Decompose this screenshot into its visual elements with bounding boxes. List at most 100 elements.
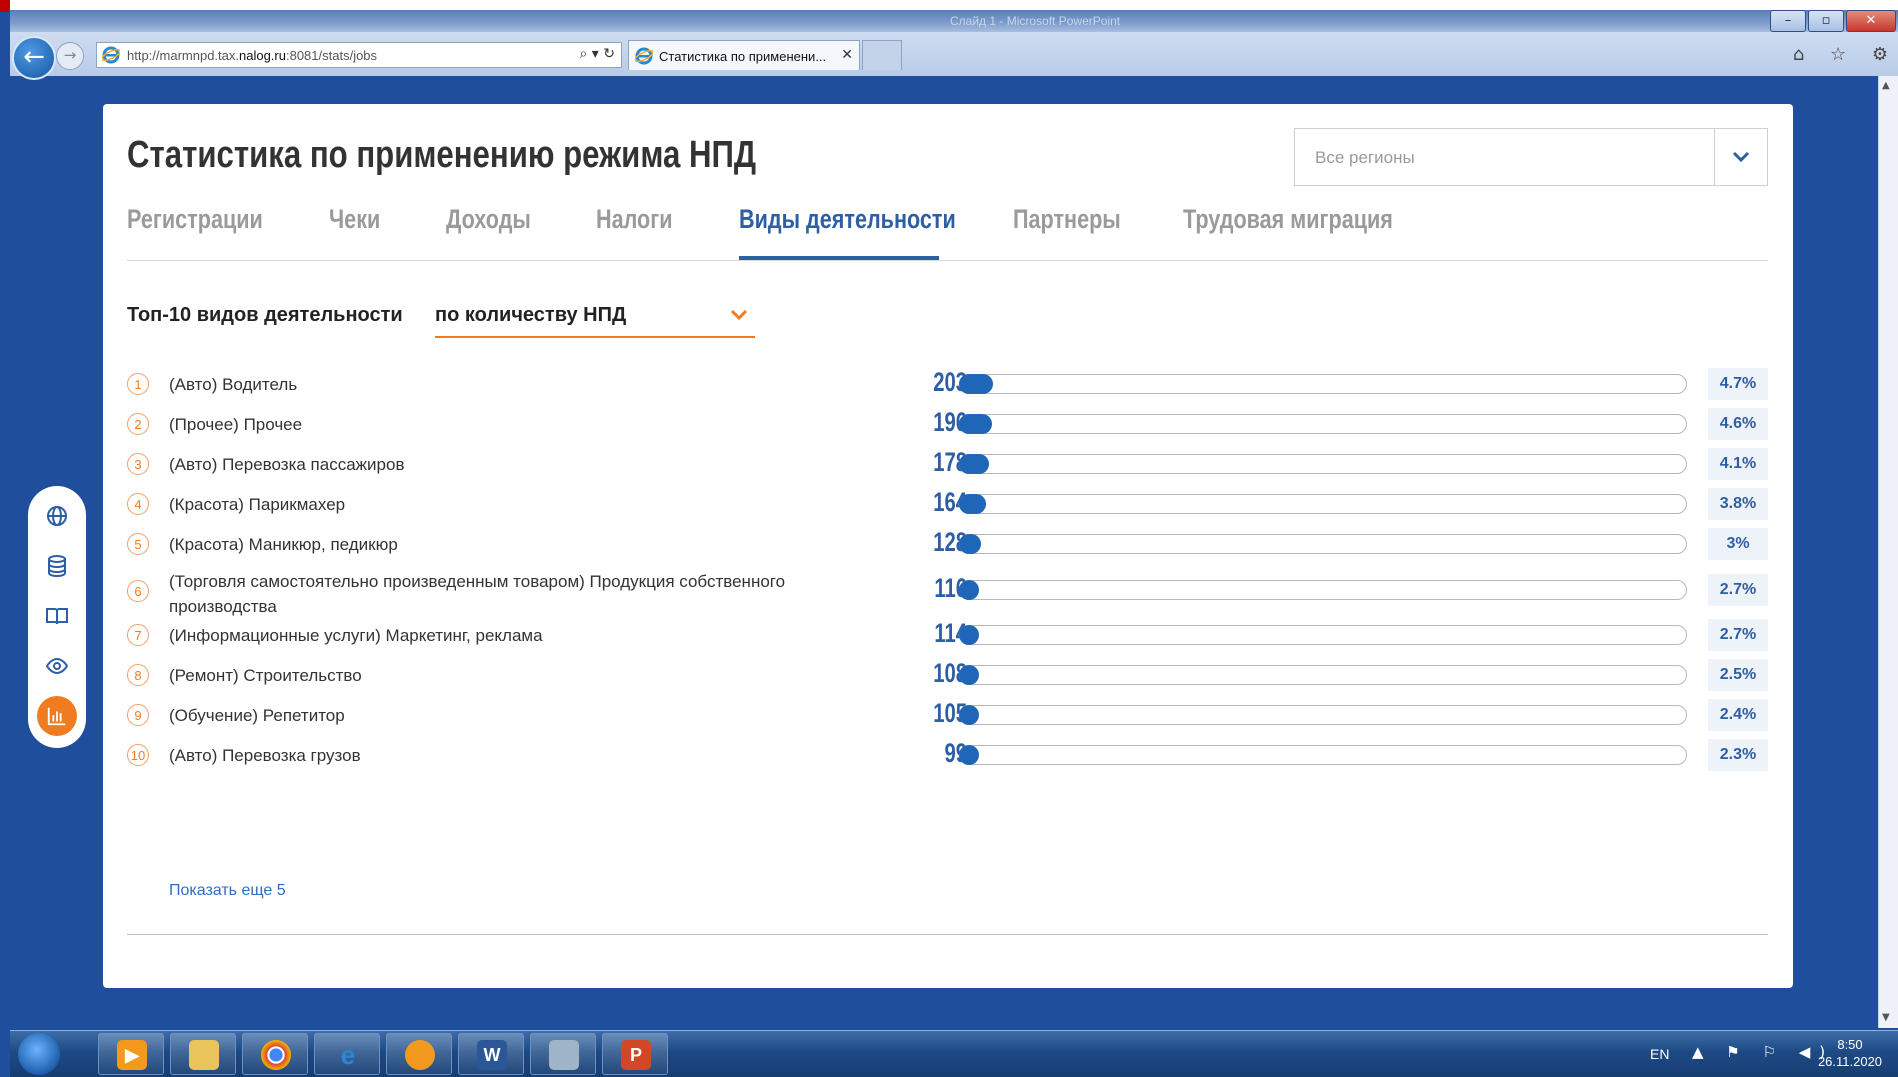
taskbar-file-explorer[interactable] [170, 1033, 236, 1075]
teacher-app-icon [549, 1040, 579, 1070]
language-indicator[interactable]: EN [1650, 1046, 1669, 1062]
internet-explorer-icon: e [340, 1040, 356, 1070]
scroll-down-icon[interactable]: ▼ [1882, 1012, 1890, 1023]
taskbar-app[interactable] [386, 1033, 452, 1075]
show-more-link[interactable]: Показать еще 5 [169, 882, 286, 900]
activity-label: (Информационные услуги) Маркетинг, рекла… [169, 626, 543, 645]
activity-count: 105 [933, 698, 967, 728]
internet-explorer-icon [635, 47, 653, 65]
bar-track [959, 494, 1687, 514]
windows-taskbar: ▶ e W P EN ▲ ⚑ ⚐ ◀) 8:50 26.11.2020 [10, 1030, 1898, 1077]
bar-track [959, 745, 1687, 765]
window-titlebar: Слайд 1 - Microsoft PowerPoint – ▫ ✕ [10, 10, 1898, 32]
percent-badge: 4.6% [1708, 408, 1768, 440]
globe-icon[interactable] [45, 504, 69, 528]
percent-badge: 2.3% [1708, 739, 1768, 771]
scroll-up-icon[interactable]: ▲ [1882, 80, 1890, 91]
activity-count: 114 [934, 618, 967, 648]
tab-labor-migration[interactable]: Трудовая миграция [1183, 204, 1393, 260]
bar-track [959, 454, 1687, 474]
tab-registrations[interactable]: Регистрации [127, 204, 263, 260]
bar-fill [959, 374, 993, 394]
bar-track [959, 625, 1687, 645]
percent-badge: 2.7% [1708, 619, 1768, 651]
percent-badge: 3% [1708, 528, 1768, 560]
percent-badge: 2.5% [1708, 659, 1768, 691]
app-icon [405, 1040, 435, 1070]
new-tab-button[interactable] [862, 40, 902, 70]
bar-fill [959, 414, 992, 434]
internet-explorer-icon [102, 46, 120, 64]
forward-button[interactable]: → [56, 42, 84, 70]
activity-label: (Торговля самостоятельно произведенным т… [169, 572, 786, 616]
rank-badge: 6 [127, 580, 149, 602]
minimize-button[interactable]: – [1770, 10, 1806, 32]
region-select[interactable]: Все регионы [1294, 128, 1768, 186]
activity-count: 128 [933, 527, 967, 557]
bar-fill [959, 494, 986, 514]
taskbar-powerpoint[interactable]: P [602, 1033, 668, 1075]
taskbar-word[interactable]: W [458, 1033, 524, 1075]
address-controls[interactable]: ⌕ ▾ ↻ [580, 46, 616, 62]
database-icon[interactable] [45, 554, 69, 578]
address-bar[interactable]: http://marmnpd.tax.nalog.ru:8081/stats/j… [96, 42, 622, 68]
bar-fill [959, 665, 979, 685]
tab-income[interactable]: Доходы [446, 204, 531, 260]
activity-count: 178 [933, 447, 967, 477]
taskbar-chrome[interactable] [242, 1033, 308, 1075]
file-explorer-icon [189, 1040, 219, 1070]
percent-badge: 2.7% [1708, 574, 1768, 606]
maximize-button[interactable]: ▫ [1808, 10, 1844, 32]
close-button[interactable]: ✕ [1846, 10, 1896, 32]
active-tab-underline [739, 256, 939, 260]
back-button[interactable]: ← [12, 36, 56, 80]
browser-toolbar-icons[interactable]: ⌂ ☆ ⚙ [1793, 44, 1898, 65]
region-placeholder: Все регионы [1315, 148, 1415, 167]
sort-select[interactable]: по количеству НПД [435, 296, 755, 338]
activity-count: 116 [934, 573, 967, 603]
bar-chart-icon [47, 707, 66, 726]
rank-badge: 9 [127, 704, 149, 726]
tab-partners[interactable]: Партнеры [1013, 204, 1121, 260]
section-title: Топ-10 видов деятельности [127, 304, 403, 326]
media-player-icon: ▶ [117, 1040, 147, 1070]
rank-badge: 7 [127, 624, 149, 646]
window-controls: – ▫ ✕ [1768, 10, 1896, 32]
side-menu [28, 486, 86, 748]
tab-close-icon[interactable]: ✕ [841, 47, 853, 63]
clock[interactable]: 8:50 26.11.2020 [1810, 1036, 1890, 1070]
activity-count: 203 [933, 367, 967, 397]
start-button[interactable] [18, 1033, 60, 1075]
chevron-down-icon[interactable] [727, 302, 751, 326]
bar-fill [959, 705, 979, 725]
tab-taxes[interactable]: Налоги [596, 204, 673, 260]
bar-track [959, 665, 1687, 685]
active-menu-item[interactable] [37, 696, 77, 736]
book-icon[interactable] [45, 604, 69, 628]
rank-badge: 2 [127, 413, 149, 435]
bar-track [959, 705, 1687, 725]
bar-fill [959, 625, 979, 645]
taskbar-teacher-app[interactable] [530, 1033, 596, 1075]
activity-label: (Авто) Перевозка грузов [169, 746, 361, 765]
page-scrollbar[interactable] [1878, 76, 1898, 1028]
word-icon: W [477, 1040, 507, 1070]
browser-tab[interactable]: Статистика по применени... ✕ [628, 40, 860, 70]
url-text: http://marmnpd.tax.nalog.ru:8081/stats/j… [127, 48, 378, 63]
tab-receipts[interactable]: Чеки [329, 204, 380, 260]
bar-fill [959, 745, 979, 765]
tab-activities[interactable]: Виды деятельности [739, 204, 956, 260]
powerpoint-icon: P [621, 1040, 651, 1070]
taskbar-media-player[interactable]: ▶ [98, 1033, 164, 1075]
activity-label: (Красота) Маникюр, педикюр [169, 535, 398, 554]
clock-date: 26.11.2020 [1817, 1054, 1883, 1069]
clock-time: 8:50 [1837, 1037, 1863, 1052]
eye-icon[interactable] [45, 654, 69, 678]
activity-count: 164 [933, 487, 967, 517]
taskbar-internet-explorer[interactable]: e [314, 1033, 380, 1075]
activity-label: (Красота) Парикмахер [169, 495, 346, 514]
page-title: Статистика по применению режима НПД [127, 134, 757, 176]
bar-track [959, 414, 1687, 434]
chevron-down-icon[interactable] [1714, 129, 1768, 185]
activity-count: 108 [933, 658, 967, 688]
